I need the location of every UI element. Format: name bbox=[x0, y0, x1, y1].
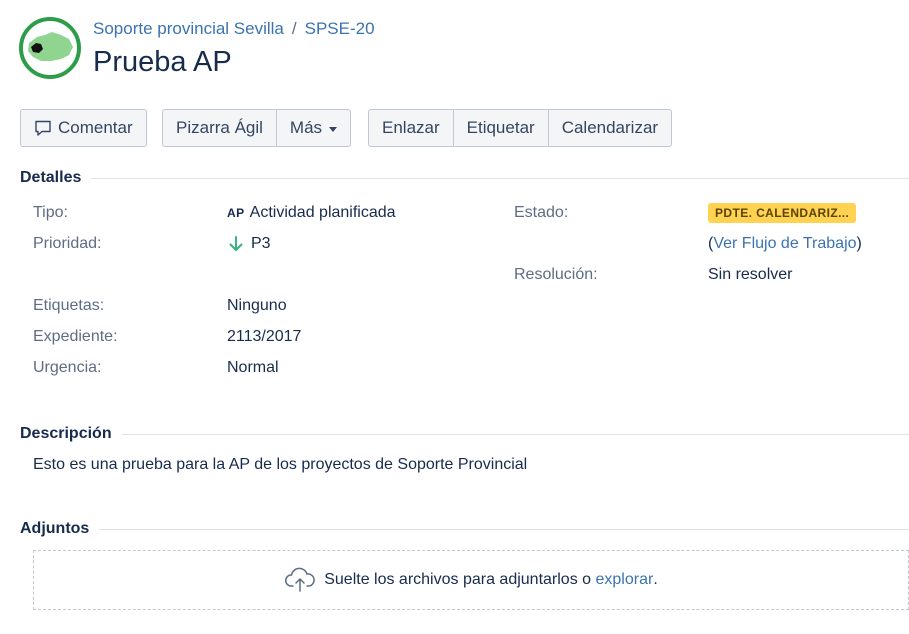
description-text[interactable]: Esto es una prueba para la AP de los pro… bbox=[33, 456, 527, 474]
view-workflow-link[interactable]: Ver Flujo de Trabajo bbox=[713, 235, 856, 253]
attachments-heading-text: Adjuntos bbox=[20, 520, 90, 537]
cloud-upload-icon bbox=[285, 567, 315, 592]
agile-board-button[interactable]: Pizarra Ágil bbox=[162, 109, 277, 147]
type-label: Tipo: bbox=[33, 204, 68, 221]
dropzone-text: Suelte los archivos para adjuntarlos o bbox=[324, 571, 592, 588]
workflow-link-wrapper: (Ver Flujo de Trabajo) bbox=[708, 235, 862, 253]
divider bbox=[121, 433, 909, 435]
breadcrumb-issue-key-link[interactable]: SPSE-20 bbox=[305, 19, 375, 38]
breadcrumb-project-link[interactable]: Soporte provincial Sevilla bbox=[93, 19, 284, 38]
attachment-dropzone[interactable]: Suelte los archivos para adjuntarlos o e… bbox=[33, 550, 909, 610]
urgency-value: Normal bbox=[227, 359, 279, 376]
browse-files-link[interactable]: explorar bbox=[596, 571, 654, 589]
priority-value-text: P3 bbox=[251, 235, 271, 252]
page-title: Prueba AP bbox=[93, 46, 232, 78]
resolution-value: Sin resolver bbox=[708, 266, 793, 283]
expediente-value: 2113/2017 bbox=[227, 328, 302, 345]
link-issue-button[interactable]: Enlazar bbox=[368, 109, 454, 147]
description-heading: Descripción bbox=[20, 425, 909, 443]
labels-label: Etiquetas: bbox=[33, 297, 105, 314]
status-badge[interactable]: PDTE. CALENDARIZ... bbox=[708, 203, 857, 223]
details-heading-text: Detalles bbox=[20, 169, 82, 186]
dropzone-period: . bbox=[653, 571, 658, 588]
labels-value: Ninguno bbox=[227, 297, 287, 314]
arrow-down-icon bbox=[229, 236, 243, 251]
workflow-close-paren: ) bbox=[856, 235, 862, 252]
status-label: Estado: bbox=[514, 204, 569, 221]
schedule-button[interactable]: Calendarizar bbox=[548, 109, 673, 147]
priority-label: Prioridad: bbox=[33, 235, 102, 252]
type-value-text: Actividad planificada bbox=[249, 204, 396, 221]
type-value: AP Actividad planificada bbox=[227, 204, 396, 222]
issue-type-icon: AP bbox=[227, 206, 245, 220]
comment-button[interactable]: Comentar bbox=[20, 109, 147, 147]
actions-button-group: Enlazar Etiquetar Calendarizar bbox=[368, 109, 673, 147]
more-button-label: Más bbox=[289, 118, 323, 137]
attachments-heading: Adjuntos bbox=[20, 520, 909, 538]
breadcrumb: Soporte provincial Sevilla / SPSE-20 bbox=[93, 19, 375, 39]
board-button-group: Pizarra Ágil Más bbox=[162, 109, 352, 147]
comment-button-group: Comentar bbox=[20, 109, 147, 147]
description-heading-text: Descripción bbox=[20, 425, 112, 442]
divider bbox=[91, 177, 909, 179]
project-avatar[interactable] bbox=[19, 17, 81, 79]
details-heading: Detalles bbox=[20, 169, 909, 187]
urgency-label: Urgencia: bbox=[33, 359, 102, 376]
chevron-down-icon bbox=[329, 126, 338, 132]
priority-value: P3 bbox=[229, 235, 271, 253]
label-button[interactable]: Etiquetar bbox=[453, 109, 549, 147]
resolution-label: Resolución: bbox=[514, 266, 598, 283]
comment-icon bbox=[35, 120, 51, 136]
divider bbox=[99, 528, 909, 530]
expediente-label: Expediente: bbox=[33, 328, 118, 345]
comment-button-label: Comentar bbox=[58, 118, 133, 137]
breadcrumb-separator: / bbox=[291, 19, 297, 38]
more-button[interactable]: Más bbox=[276, 109, 352, 147]
